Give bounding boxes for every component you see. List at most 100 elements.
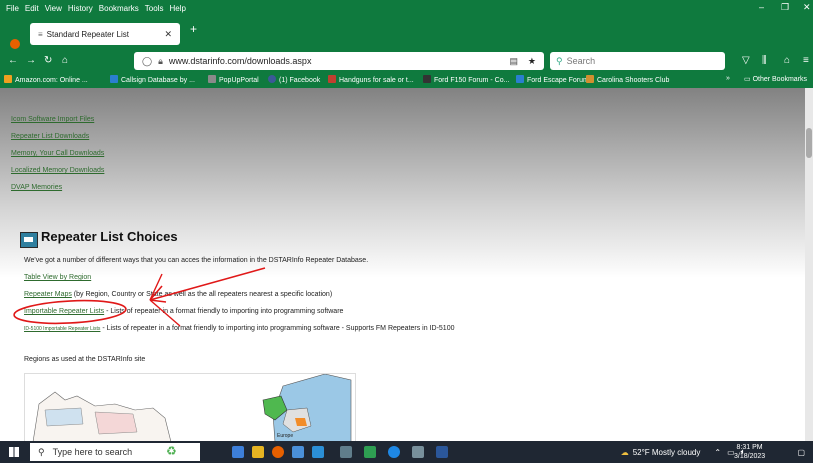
navigation-bar: ← → ↻ ⌂ ◯ 🔒︎ www.dstarinfo.com/downloads… xyxy=(0,50,813,72)
app-icon-6[interactable] xyxy=(412,446,424,458)
windows-start-icon[interactable] xyxy=(9,447,19,457)
account-icon[interactable]: ⌂ xyxy=(784,55,790,66)
search-bar[interactable]: ⚲ Search xyxy=(550,52,725,70)
menu-view[interactable]: View xyxy=(45,4,62,13)
app-icon-5[interactable] xyxy=(388,446,400,458)
library-icon[interactable]: ⫼ xyxy=(762,55,767,66)
popupportal-icon xyxy=(208,75,216,83)
carolina-icon xyxy=(586,75,594,83)
link-table-view[interactable]: Table View by Region xyxy=(24,274,91,281)
firefox-taskbar-icon[interactable] xyxy=(272,446,284,458)
app-menu-icon[interactable]: ≡ xyxy=(803,55,809,66)
section-intro: We've got a number of different ways tha… xyxy=(24,257,369,264)
chevron-up-icon[interactable]: ⌃ xyxy=(714,448,721,457)
amazon-icon xyxy=(4,75,12,83)
bookmark-amazon[interactable]: Amazon.com: Online ... xyxy=(4,75,88,84)
back-icon[interactable]: ← xyxy=(8,55,18,66)
word-icon[interactable] xyxy=(436,446,448,458)
restore-button[interactable]: ❐ xyxy=(781,2,789,13)
facebook-icon xyxy=(268,75,276,83)
menu-edit[interactable]: Edit xyxy=(25,4,39,13)
recycle-icon[interactable]: ♻ xyxy=(166,444,178,458)
new-tab-button[interactable]: + xyxy=(190,22,197,36)
clock-time: 8:31 PM xyxy=(736,444,763,451)
weather-text[interactable]: 52°F Mostly cloudy xyxy=(633,448,701,457)
windows-taskbar: ⚲ Type here to search ♻ ☁ 52°F Mostly cl… xyxy=(0,441,813,463)
importable-line: Importable Repeater Lists - Lists of rep… xyxy=(24,308,343,315)
ford-escape-icon xyxy=(516,75,524,83)
regions-map[interactable]: Europe xyxy=(24,373,356,443)
menu-history[interactable]: History xyxy=(68,4,93,13)
bookmark-callsign[interactable]: Callsign Database by ... xyxy=(110,75,195,84)
weather-icon[interactable]: ☁ xyxy=(621,448,629,457)
bookmark-carolina[interactable]: Carolina Shooters Club xyxy=(586,75,669,84)
search-icon: ⚲ xyxy=(556,55,563,66)
link-dvap-memories[interactable]: DVAP Memories xyxy=(11,184,62,191)
f150-icon xyxy=(423,75,431,83)
search-placeholder: Search xyxy=(566,56,596,66)
menu-file[interactable]: File xyxy=(6,4,19,13)
bookmark-label: Handguns for sale or t... xyxy=(339,77,414,84)
reader-view-icon[interactable]: ▤ xyxy=(509,56,518,67)
link-localized-memory[interactable]: Localized Memory Downloads xyxy=(11,167,104,174)
notification-icon[interactable]: ▢ xyxy=(797,448,805,457)
menu-bookmarks[interactable]: Bookmarks xyxy=(99,4,139,13)
reload-icon[interactable]: ↻ xyxy=(44,55,52,66)
link-repeater-maps[interactable]: Repeater Maps xyxy=(24,291,72,298)
bookmark-popupportal[interactable]: PopUpPortal xyxy=(208,75,259,84)
home-icon[interactable]: ⌂ xyxy=(62,55,68,66)
scrollbar-thumb[interactable] xyxy=(806,128,812,158)
app-icon-2[interactable] xyxy=(312,446,324,458)
link-importable-lists[interactable]: Importable Repeater Lists xyxy=(24,308,104,315)
menu-tools[interactable]: Tools xyxy=(145,4,164,13)
more-bookmarks-icon[interactable]: » xyxy=(726,75,730,82)
forward-icon[interactable]: → xyxy=(26,55,36,66)
link-memory-your-call[interactable]: Memory, Your Call Downloads xyxy=(11,150,104,157)
app-icon-3[interactable] xyxy=(340,446,352,458)
app-icon-1[interactable] xyxy=(292,446,304,458)
id5100-line: ID-5100 Importable Repeater Lists - List… xyxy=(24,325,454,332)
bookmark-f150[interactable]: Ford F150 Forum - Co... xyxy=(423,75,509,84)
bookmark-label: Ford F150 Forum - Co... xyxy=(434,77,510,84)
link-repeater-list-downloads[interactable]: Repeater List Downloads xyxy=(11,133,89,140)
bookmark-label: Ford Escape Forum xyxy=(527,77,589,84)
other-bookmarks-label: Other Bookmarks xyxy=(752,76,808,83)
bookmark-facebook[interactable]: (1) Facebook xyxy=(268,75,320,84)
link-icom-software[interactable]: Icom Software Import Files xyxy=(11,116,94,123)
callsign-icon xyxy=(110,75,118,83)
bookmark-label: Amazon.com: Online ... xyxy=(15,77,88,84)
close-tab-icon[interactable]: ✕ xyxy=(164,29,172,40)
importable-description: - Lists of repeater in a format friendly… xyxy=(104,308,344,315)
search-icon: ⚲ xyxy=(38,446,45,457)
url-text[interactable]: www.dstarinfo.com/downloads.aspx xyxy=(169,56,312,66)
pocket-icon[interactable]: ▽ xyxy=(742,55,750,66)
bookmark-ford-escape[interactable]: Ford Escape Forum xyxy=(516,75,589,84)
bookmark-label: PopUpPortal xyxy=(219,77,259,84)
taskbar-clock[interactable]: 8:31 PM 3/18/2023 xyxy=(734,443,765,461)
page-scrollbar[interactable] xyxy=(805,88,813,441)
menu-help[interactable]: Help xyxy=(169,4,185,13)
regions-caption: Regions as used at the DSTARInfo site xyxy=(24,356,146,363)
app-icon-4[interactable] xyxy=(364,446,376,458)
tab-standard-repeater-list[interactable]: ≡ Standard Repeater List ✕ xyxy=(30,23,180,45)
taskbar-search-text: Type here to search xyxy=(52,447,133,457)
task-view-icon[interactable] xyxy=(232,446,244,458)
firefox-icon xyxy=(10,39,20,49)
folder-icon: ▭ xyxy=(744,76,753,83)
file-explorer-icon[interactable] xyxy=(252,446,264,458)
close-window-button[interactable]: ✕ xyxy=(803,2,811,13)
lock-icon[interactable]: 🔒︎ xyxy=(158,56,163,67)
bookmark-star-icon[interactable]: ★ xyxy=(528,56,536,67)
other-bookmarks[interactable]: ▭ Other Bookmarks xyxy=(744,75,807,83)
handguns-icon xyxy=(328,75,336,83)
link-id5100-lists[interactable]: ID-5100 Importable Repeater Lists xyxy=(24,326,100,332)
minimize-button[interactable]: – xyxy=(759,2,764,12)
maps-description: (by Region, Country or State as well as … xyxy=(71,291,333,298)
bookmark-handguns[interactable]: Handguns for sale or t... xyxy=(328,75,414,84)
regions-map-graphic: Europe xyxy=(25,374,355,442)
tab-title: Standard Repeater List xyxy=(46,29,129,39)
shield-icon[interactable]: ◯ xyxy=(142,56,152,67)
address-bar[interactable]: ◯ 🔒︎ www.dstarinfo.com/downloads.aspx ▤ … xyxy=(134,52,544,70)
bookmarks-toolbar: Amazon.com: Online ... Callsign Database… xyxy=(0,72,813,88)
bookmark-label: (1) Facebook xyxy=(279,77,321,84)
